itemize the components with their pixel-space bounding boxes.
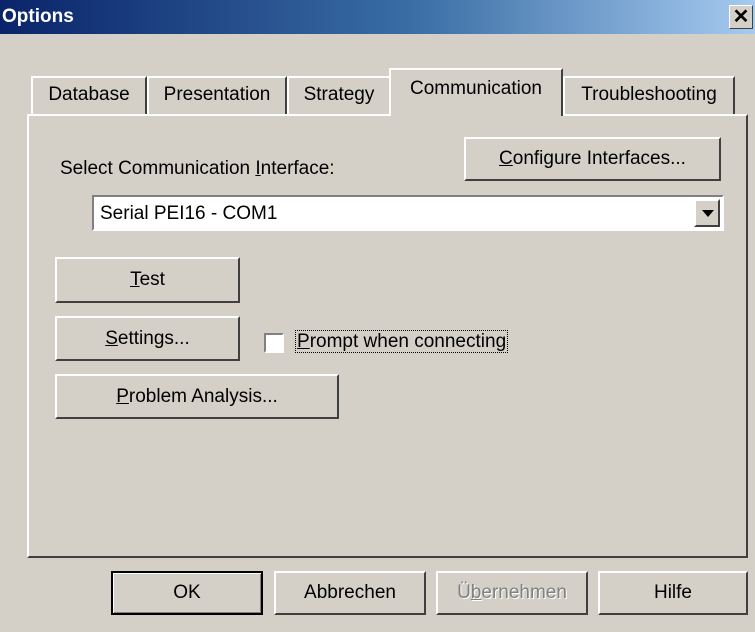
prompt-label[interactable]: Prompt when connecting xyxy=(295,330,509,353)
apply-rest: ernehmen xyxy=(481,582,567,603)
settings-button[interactable]: Settings... xyxy=(55,316,240,361)
apply-label: Übernehmen xyxy=(438,582,586,604)
prompt-label-focus: Prompt when connecting xyxy=(295,330,509,353)
problem-mnemonic: P xyxy=(116,385,129,407)
prompt-rest: rompt when connecting xyxy=(309,331,507,352)
tab-troubleshooting-label: Troubleshooting xyxy=(581,84,717,105)
tab-presentation-label: Presentation xyxy=(163,84,271,105)
tab-database[interactable]: Database xyxy=(31,76,147,114)
problem-analysis-label: Problem Analysis... xyxy=(57,386,337,408)
tab-troubleshooting[interactable]: Troubleshooting xyxy=(563,76,735,114)
tab-presentation[interactable]: Presentation xyxy=(147,76,287,114)
ok-label: OK xyxy=(173,582,201,603)
window-title: Options xyxy=(2,6,74,27)
chevron-down-icon xyxy=(702,210,714,217)
test-button[interactable]: Test xyxy=(55,257,240,303)
test-rest: est xyxy=(139,269,165,290)
ok-button[interactable]: OK xyxy=(111,571,263,615)
apply-mnemonic: b xyxy=(470,582,482,603)
test-label: Test xyxy=(57,269,238,291)
problem-analysis-button[interactable]: Problem Analysis... xyxy=(55,374,339,419)
tab-communication[interactable]: Communication xyxy=(389,68,563,116)
problem-rest: roblem Analysis... xyxy=(128,385,278,407)
test-mnemonic: T xyxy=(130,269,140,290)
cancel-button[interactable]: Abbrechen xyxy=(274,571,426,615)
close-button[interactable]: ✕ xyxy=(729,5,753,29)
configure-interfaces-label: Configure Interfaces... xyxy=(466,148,719,170)
help-button[interactable]: Hilfe xyxy=(598,571,748,615)
interface-select[interactable]: Serial PEI16 - COM1 xyxy=(92,195,724,231)
tab-database-label: Database xyxy=(48,84,130,105)
configure-mnemonic: C xyxy=(499,148,513,169)
help-label: Hilfe xyxy=(653,582,692,603)
configure-interfaces-button[interactable]: Configure Interfaces... xyxy=(464,137,721,181)
cancel-label: Abbrechen xyxy=(304,582,396,603)
apply-pre: Ü xyxy=(457,582,471,603)
settings-label: Settings... xyxy=(57,328,238,350)
tab-strategy-label: Strategy xyxy=(303,84,375,105)
title-bar: Options ✕ xyxy=(0,0,755,34)
settings-rest: ettings... xyxy=(117,327,190,349)
apply-button[interactable]: Übernehmen xyxy=(436,571,588,615)
interface-select-value: Serial PEI16 - COM1 xyxy=(100,203,278,224)
prompt-mnemonic: P xyxy=(297,331,310,352)
tab-strategy[interactable]: Strategy xyxy=(287,76,391,114)
tab-communication-label: Communication xyxy=(410,78,542,99)
prompt-checkbox[interactable] xyxy=(264,333,284,353)
close-icon: ✕ xyxy=(732,6,750,28)
dropdown-button[interactable] xyxy=(694,199,720,227)
configure-rest: onfigure Interfaces... xyxy=(512,148,686,169)
settings-mnemonic: S xyxy=(105,327,118,349)
